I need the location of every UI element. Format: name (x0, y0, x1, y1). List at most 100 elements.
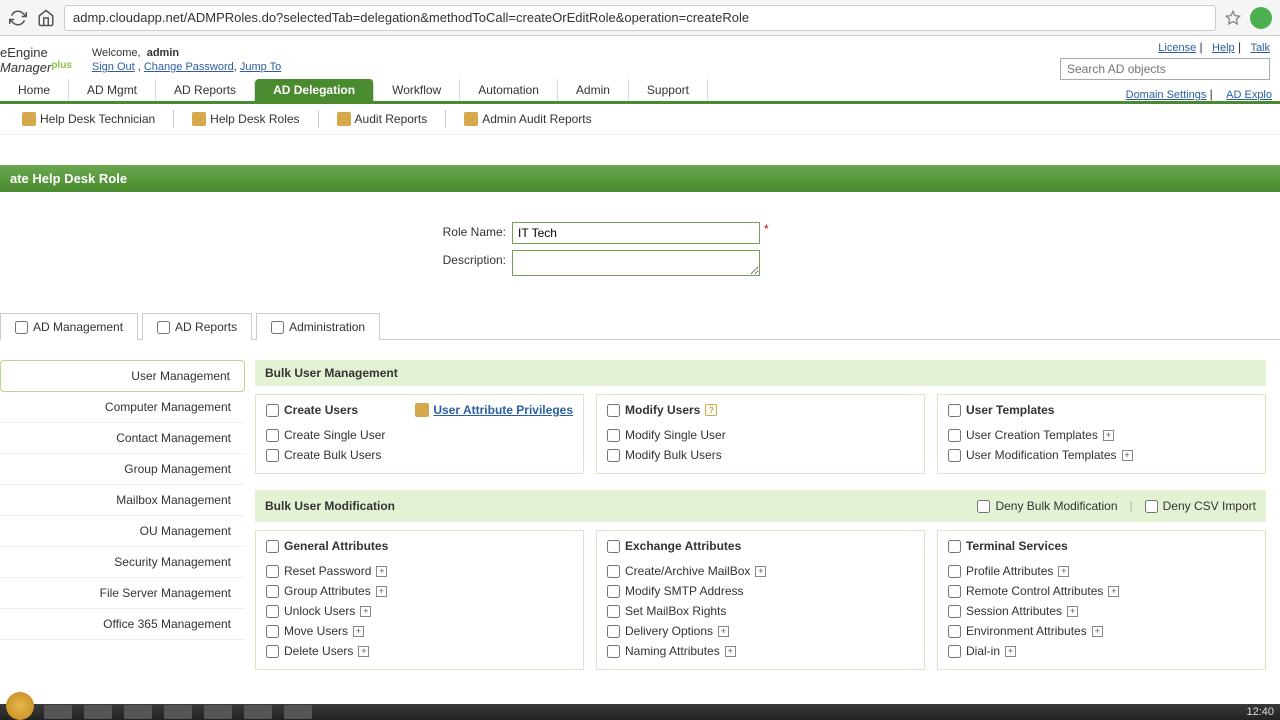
expand-icon[interactable]: + (360, 606, 371, 617)
tab-ad-delegation[interactable]: AD Delegation (255, 79, 374, 101)
description-input[interactable] (512, 250, 760, 276)
cat-tab-ad-reports[interactable]: AD Reports (142, 313, 252, 340)
check-deny-bulk-modification[interactable] (977, 500, 990, 513)
check-create-bulk-users[interactable] (266, 449, 279, 462)
sidenav-security-management[interactable]: Security Management (0, 547, 245, 578)
ad-explorer-link[interactable]: AD Explo (1226, 89, 1272, 101)
tab-support[interactable]: Support (629, 79, 708, 101)
user-attribute-privileges-link[interactable]: User Attribute Privileges (415, 403, 573, 417)
extension-icon[interactable] (1250, 7, 1272, 29)
help-icon[interactable]: ? (705, 404, 717, 416)
search-ad-input[interactable] (1060, 58, 1270, 80)
check-create-users[interactable] (266, 404, 279, 417)
check-modify-single-user[interactable] (607, 429, 620, 442)
reload-icon[interactable] (8, 8, 28, 28)
sidenav-user-management[interactable]: User Management (0, 360, 245, 392)
star-icon[interactable] (1224, 8, 1242, 28)
sidenav-office-365-management[interactable]: Office 365 Management (0, 609, 245, 640)
check-delete-users[interactable] (266, 645, 279, 658)
role-name-input[interactable] (512, 222, 760, 244)
expand-icon[interactable]: + (718, 626, 729, 637)
taskbar-icon[interactable] (244, 705, 272, 719)
check-move-users[interactable] (266, 625, 279, 638)
sign-out-link[interactable]: Sign Out (92, 61, 135, 73)
check-modify-users[interactable] (607, 404, 620, 417)
jump-to-link[interactable]: Jump To (240, 61, 281, 73)
url-bar[interactable]: admp.cloudapp.net/ADMPRoles.do?selectedT… (64, 5, 1216, 31)
check-reset-password[interactable] (266, 565, 279, 578)
tab-admin[interactable]: Admin (558, 79, 629, 101)
check-terminal-services[interactable] (948, 540, 961, 553)
start-button[interactable] (6, 692, 34, 720)
check-modify-smtp[interactable] (607, 585, 620, 598)
group-exchange-attributes: Exchange Attributes Create/Archive MailB… (596, 530, 925, 670)
expand-icon[interactable]: + (358, 646, 369, 657)
expand-icon[interactable]: + (755, 566, 766, 577)
subtab-roles[interactable]: Help Desk Roles (174, 110, 318, 128)
cat-tab-ad-management[interactable]: AD Management (0, 313, 138, 340)
expand-icon[interactable]: + (353, 626, 364, 637)
check-naming-attributes[interactable] (607, 645, 620, 658)
tab-ad-mgmt[interactable]: AD Mgmt (69, 79, 156, 101)
expand-icon[interactable]: + (1108, 586, 1119, 597)
sidenav-mailbox-management[interactable]: Mailbox Management (0, 485, 245, 516)
tab-ad-reports[interactable]: AD Reports (156, 79, 255, 101)
check-set-mailbox-rights[interactable] (607, 605, 620, 618)
check-unlock-users[interactable] (266, 605, 279, 618)
expand-icon[interactable]: + (376, 586, 387, 597)
sidenav-ou-management[interactable]: OU Management (0, 516, 245, 547)
cat-check-administration[interactable] (271, 321, 284, 334)
check-group-attributes[interactable] (266, 585, 279, 598)
check-user-templates[interactable] (948, 404, 961, 417)
report-icon (464, 112, 478, 126)
sidenav-file-server-management[interactable]: File Server Management (0, 578, 245, 609)
subtab-admin-audit[interactable]: Admin Audit Reports (446, 110, 609, 128)
check-profile-attributes[interactable] (948, 565, 961, 578)
check-exchange-attributes[interactable] (607, 540, 620, 553)
tab-automation[interactable]: Automation (460, 79, 558, 101)
cat-check-ad-management[interactable] (15, 321, 28, 334)
check-user-modification-templates[interactable] (948, 449, 961, 462)
sidenav-computer-management[interactable]: Computer Management (0, 392, 245, 423)
check-deny-csv-import[interactable] (1145, 500, 1158, 513)
taskbar-icon[interactable] (284, 705, 312, 719)
check-dial-in[interactable] (948, 645, 961, 658)
taskbar-icon[interactable] (164, 705, 192, 719)
cat-tab-administration[interactable]: Administration (256, 313, 380, 340)
expand-icon[interactable]: + (1103, 430, 1114, 441)
subtab-audit-reports[interactable]: Audit Reports (319, 110, 447, 128)
group-user-templates: User Templates User Creation Templates+ … (937, 394, 1266, 474)
taskbar-icon[interactable] (124, 705, 152, 719)
license-link[interactable]: License (1158, 42, 1196, 54)
sidenav-group-management[interactable]: Group Management (0, 454, 245, 485)
help-link[interactable]: Help (1212, 42, 1235, 54)
expand-icon[interactable]: + (1092, 626, 1103, 637)
expand-icon[interactable]: + (1005, 646, 1016, 657)
check-create-archive-mailbox[interactable] (607, 565, 620, 578)
change-password-link[interactable]: Change Password (144, 61, 234, 73)
expand-icon[interactable]: + (1122, 450, 1133, 461)
check-delivery-options[interactable] (607, 625, 620, 638)
expand-icon[interactable]: + (1058, 566, 1069, 577)
home-icon[interactable] (36, 8, 56, 28)
expand-icon[interactable]: + (1067, 606, 1078, 617)
expand-icon[interactable]: + (725, 646, 736, 657)
tab-home[interactable]: Home (0, 79, 69, 101)
taskbar-icon[interactable] (84, 705, 112, 719)
check-session-attributes[interactable] (948, 605, 961, 618)
check-create-single-user[interactable] (266, 429, 279, 442)
taskbar-icon[interactable] (204, 705, 232, 719)
tab-workflow[interactable]: Workflow (374, 79, 460, 101)
check-general-attributes[interactable] (266, 540, 279, 553)
subtab-technician[interactable]: Help Desk Technician (4, 110, 174, 128)
check-user-creation-templates[interactable] (948, 429, 961, 442)
check-remote-control-attributes[interactable] (948, 585, 961, 598)
taskbar-icon[interactable] (44, 705, 72, 719)
sidenav-contact-management[interactable]: Contact Management (0, 423, 245, 454)
check-environment-attributes[interactable] (948, 625, 961, 638)
cat-check-ad-reports[interactable] (157, 321, 170, 334)
talk-link[interactable]: Talk (1250, 42, 1270, 54)
expand-icon[interactable]: + (376, 566, 387, 577)
domain-settings-link[interactable]: Domain Settings (1126, 89, 1207, 101)
check-modify-bulk-users[interactable] (607, 449, 620, 462)
